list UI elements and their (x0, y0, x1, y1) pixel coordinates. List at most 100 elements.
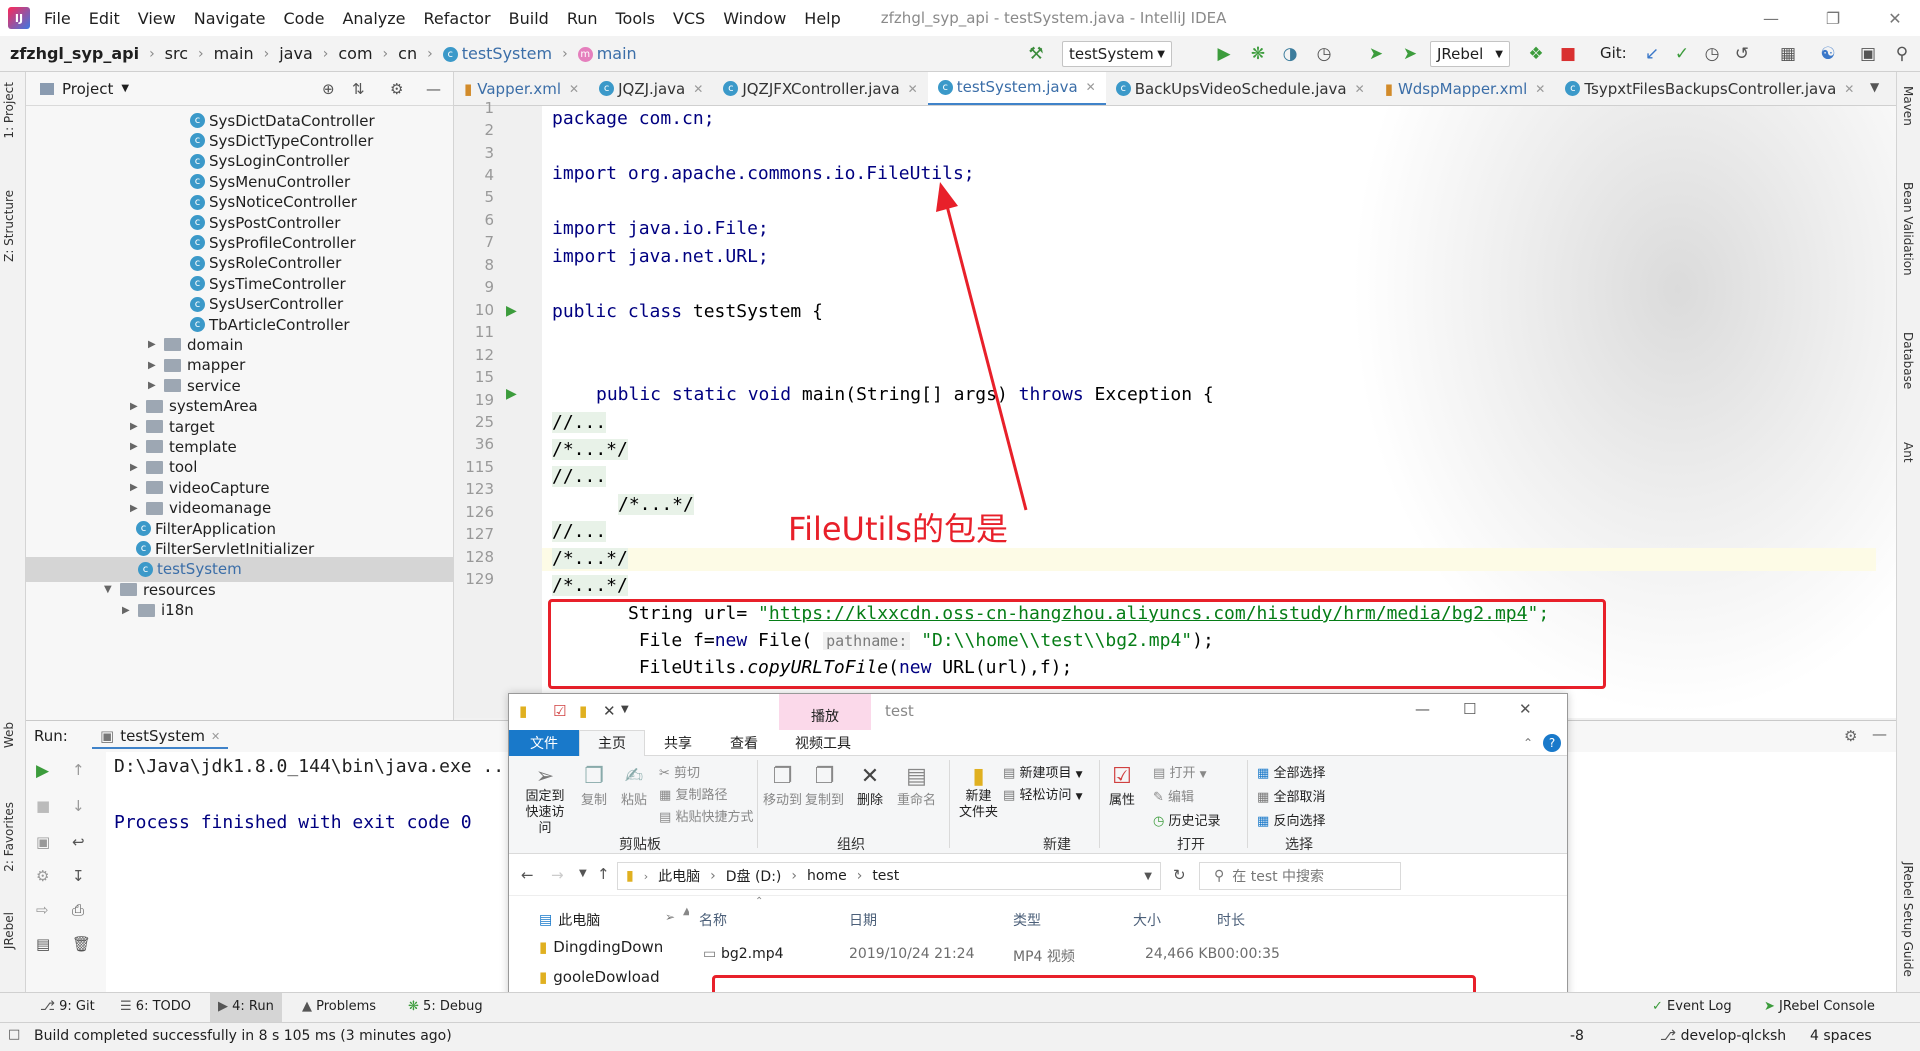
nav-dingdingdown[interactable]: ▮ DingdingDown (539, 938, 663, 956)
jrebel-update-icon[interactable]: ❖ (1524, 42, 1548, 66)
column-name[interactable]: 名称 (699, 910, 727, 930)
search-icon[interactable]: ⚲ (1890, 42, 1914, 66)
new-folder-button[interactable]: ▮ 新建 文件夹 (959, 764, 998, 821)
gear-icon[interactable]: ⚙ (390, 80, 403, 98)
help-icon[interactable]: ? (1543, 734, 1561, 752)
minimize-icon[interactable]: — (1748, 0, 1794, 36)
chevron-right-icon[interactable]: ▶ (148, 380, 156, 391)
tab-favorites-side[interactable]: 2: Favorites (2, 802, 16, 872)
trash-icon[interactable]: 🗑 (72, 935, 91, 953)
breadcrumb-main[interactable]: main (214, 44, 254, 63)
breadcrumb-project[interactable]: zfzhgl_syp_api (10, 44, 139, 63)
close-icon[interactable]: ✕ (1519, 700, 1532, 718)
restore-icon[interactable]: ☐ (1463, 700, 1476, 718)
gear-icon[interactable]: ⚙ (1844, 727, 1857, 745)
debug-icon[interactable]: ❋ (1246, 42, 1270, 66)
coverage-icon[interactable]: ◑ (1278, 42, 1302, 66)
breadcrumb-method[interactable]: m main (577, 44, 637, 63)
tab-jrebel-console[interactable]: ➤ JRebel Console (1764, 999, 1875, 1014)
tab-project-side[interactable]: 1: Project (2, 82, 16, 139)
collapse-ribbon-icon[interactable]: ⌃ (1523, 736, 1533, 750)
breadcrumb-src[interactable]: src (165, 44, 188, 63)
chevron-right-icon[interactable]: ▶ (130, 421, 138, 432)
tab-bean-validation[interactable]: Bean Validation (1901, 182, 1915, 276)
folded-region-12[interactable]: //... (552, 412, 607, 433)
up-icon[interactable]: ↑ (72, 761, 85, 779)
indent-setting[interactable]: 4 spaces (1810, 1028, 1872, 1044)
ribbon-tab-video-tools[interactable]: 视频工具 (777, 733, 869, 753)
folded-region-25[interactable]: /*...*/ (618, 494, 694, 515)
close-icon[interactable]: ✕ (1872, 0, 1918, 36)
address-segment[interactable]: home (807, 868, 847, 884)
copy-path-button[interactable]: ▦ 复制路径 (659, 784, 727, 803)
tab-problems[interactable]: ▲ Problems (302, 999, 376, 1014)
chevron-right-icon[interactable]: ▶ (122, 605, 130, 616)
breadcrumb-cn[interactable]: cn (398, 44, 417, 63)
project-panel-title[interactable]: Project (62, 80, 113, 98)
print-icon[interactable]: ⎙ (72, 901, 84, 919)
menu-analyze[interactable]: Analyze (342, 9, 405, 28)
tab-web-side[interactable]: Web (2, 722, 16, 748)
folded-region-19[interactable]: //... (552, 466, 607, 487)
paste-shortcut-button[interactable]: ▤ 粘贴快捷方式 (659, 806, 753, 825)
run-main-gutter-icon[interactable]: ▶ (506, 386, 517, 402)
delete-button[interactable]: ✕ 删除 (857, 764, 883, 808)
chevron-right-icon[interactable]: ▶ (130, 401, 138, 412)
menu-build[interactable]: Build (509, 9, 549, 28)
easy-access-button[interactable]: ▤ 轻松访问 ▼ (1003, 784, 1083, 803)
git-update-icon[interactable]: ↙ (1640, 42, 1664, 66)
address-segment[interactable]: 此电脑 (658, 866, 700, 886)
menu-vcs[interactable]: VCS (673, 9, 705, 28)
tab-debug[interactable]: ❋ 5: Debug (408, 999, 483, 1014)
minimize-icon[interactable]: — (1415, 700, 1430, 718)
history-button[interactable]: ◷ 历史记录 (1153, 810, 1221, 829)
tab-list-chevron-icon[interactable]: ▼ (1870, 80, 1879, 94)
breadcrumb-class[interactable]: c testSystem (442, 44, 552, 63)
tab-structure-side[interactable]: Z: Structure (2, 190, 16, 262)
close-tab-icon[interactable]: ✕ (1844, 82, 1854, 96)
delete-quick-icon[interactable]: ✕ (603, 702, 616, 720)
file-row[interactable]: ▭ bg2.mp4 2019/10/24 21:24 MP4 视频 24,466… (689, 942, 1329, 968)
up-icon[interactable]: ↑ (597, 865, 610, 883)
run-config-select[interactable]: testSystem ▼ (1062, 41, 1172, 67)
search-box[interactable]: ⚲ 在 test 中搜索 (1199, 862, 1401, 890)
breadcrumb-java[interactable]: java (279, 44, 313, 63)
chevron-right-icon[interactable]: ▶ (148, 339, 156, 350)
menu-file[interactable]: File (44, 9, 71, 28)
scroll-to-end-icon[interactable]: ↧ (72, 867, 85, 885)
jrebel-select[interactable]: JRebel ▼ (1430, 41, 1510, 67)
project-structure-icon[interactable]: ▦ (1776, 42, 1800, 66)
breadcrumb-com[interactable]: com (338, 44, 372, 63)
customize-quick-icon[interactable]: ▼ (621, 704, 629, 715)
git-branch[interactable]: ⎇ develop-qlcksh (1660, 1028, 1786, 1044)
menu-view[interactable]: View (138, 9, 176, 28)
select-none-button[interactable]: ▦ 全部取消 (1257, 786, 1325, 805)
invert-selection-button[interactable]: ▦ 反向选择 (1257, 810, 1325, 829)
chevron-down-icon[interactable]: ▼ (121, 83, 129, 94)
menu-navigate[interactable]: Navigate (194, 9, 266, 28)
git-history-icon[interactable]: ◷ (1700, 42, 1724, 66)
tab-run[interactable]: ▶ 4: Run (210, 993, 282, 1022)
presentation-icon[interactable]: ▣ (1856, 42, 1880, 66)
column-type[interactable]: 类型 (1013, 910, 1041, 930)
close-tab-icon[interactable]: ✕ (1355, 82, 1365, 96)
address-segment[interactable]: test (872, 868, 899, 884)
menu-window[interactable]: Window (723, 9, 786, 28)
run-icon[interactable]: ▶ (1212, 42, 1236, 66)
recent-chevron-icon[interactable]: ▼ (579, 868, 587, 879)
tab-todo[interactable]: ☰ 6: TODO (120, 999, 191, 1014)
column-size[interactable]: 大小 (1133, 910, 1161, 930)
folded-region-36[interactable]: //... (552, 521, 607, 542)
cut-button[interactable]: ✂ 剪切 (659, 762, 700, 781)
ribbon-tab-file[interactable]: 文件 (509, 729, 579, 756)
address-segment[interactable]: D盘 (D:) (726, 866, 782, 886)
play-context-tab[interactable]: 播放 (779, 694, 871, 730)
tab-jrebel-setup-guide[interactable]: JRebel Setup Guide (1901, 862, 1915, 977)
close-tab-icon[interactable]: ✕ (1086, 80, 1096, 94)
chevron-right-icon[interactable]: ▶ (130, 503, 138, 514)
tab-jrebel-side[interactable]: JRebel (2, 912, 16, 949)
menu-tools[interactable]: Tools (616, 9, 655, 28)
hide-icon[interactable]: — (1872, 725, 1887, 743)
exit-icon[interactable]: ⇨ (36, 901, 49, 919)
folded-region-115[interactable]: /*...*/ (552, 548, 628, 569)
